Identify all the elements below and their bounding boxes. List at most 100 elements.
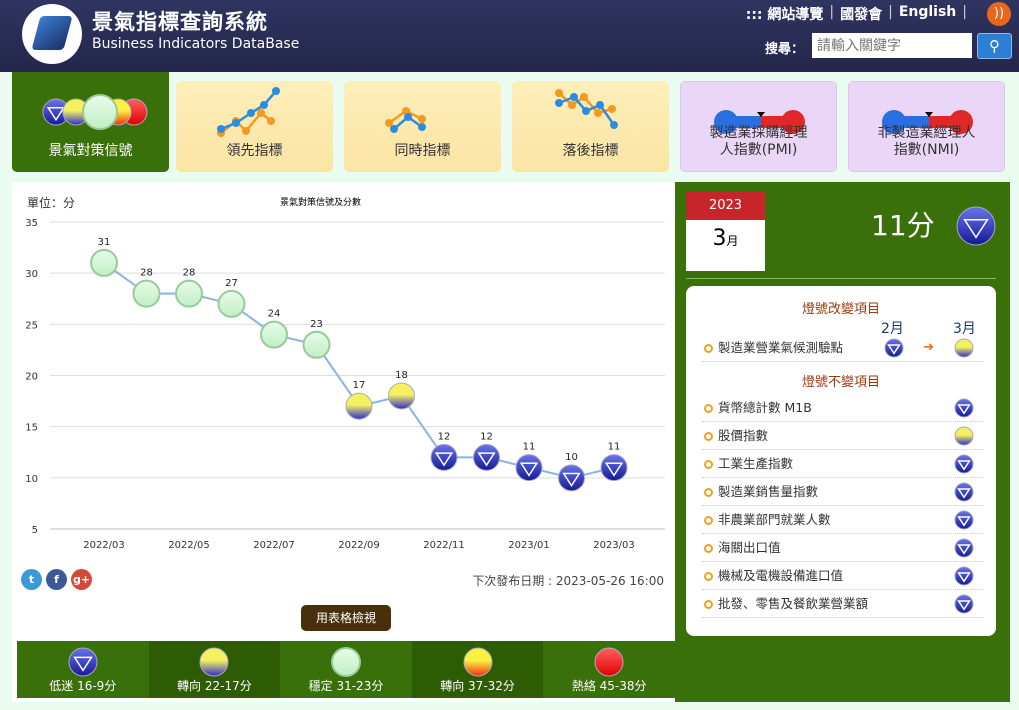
link-english[interactable]: English xyxy=(899,4,956,24)
signal-blue-icon xyxy=(954,454,974,474)
indicator-name: 工業生產指數 xyxy=(718,456,794,471)
signal-lights-icon xyxy=(42,94,148,130)
tab-3[interactable]: 落後指標 xyxy=(512,81,669,172)
table-view-button[interactable]: 用表格檢視 xyxy=(301,605,391,631)
x-tick-label: 2022/11 xyxy=(423,540,465,551)
legend-label: 轉向 22-17分 xyxy=(177,679,252,693)
current-signal-panel: 2023 3月 11分 燈號改變項目 2月 3月 燈號不變項目 製造業營業氣候測… xyxy=(675,182,1010,702)
legend-item: 穩定 31-23分 xyxy=(280,641,412,698)
indicator-name: 海關出口值 xyxy=(718,540,781,555)
googleplus-icon[interactable]: g+ xyxy=(71,569,92,590)
twitter-icon[interactable]: t xyxy=(21,569,42,590)
signal-chart: 5 10 15 20 25 30 35 2022/03 2022/05 2022/07 2022/0… xyxy=(25,218,665,551)
site-subtitle: Business Indicators DataBase xyxy=(92,36,300,52)
x-tick-label: 2022/09 xyxy=(338,540,380,551)
data-label: 17 xyxy=(353,380,366,391)
data-point[interactable] xyxy=(90,248,118,277)
signal-blue-icon xyxy=(954,398,974,418)
search-input[interactable] xyxy=(812,33,972,58)
data-label: 24 xyxy=(268,309,281,320)
data-point[interactable] xyxy=(132,279,161,308)
data-label: 12 xyxy=(438,431,451,442)
signal-blue-icon xyxy=(954,510,974,530)
y-tick-label: 15 xyxy=(25,423,38,434)
current-score: 11分 xyxy=(871,209,935,242)
tab-4[interactable]: 製造業採購經理人指數(PMI) xyxy=(680,81,837,172)
data-point[interactable] xyxy=(260,320,288,349)
link-sitemap[interactable]: ::: 網站導覽 xyxy=(746,4,824,24)
data-label: 28 xyxy=(183,268,196,279)
link-ndc[interactable]: 國發會 xyxy=(840,4,882,24)
x-tick-label: 2023/03 xyxy=(593,540,635,551)
header: 景氣指標查詢系統 Business Indicators DataBase ::… xyxy=(0,0,1019,72)
indicator-row: 批發、零售及餐飲業營業額 xyxy=(702,590,984,618)
arrow-right-icon: ➜ xyxy=(923,340,934,355)
legend-label: 穩定 31-23分 xyxy=(308,679,384,693)
indicator-chart-icon xyxy=(555,89,618,129)
data-point[interactable] xyxy=(430,443,458,471)
indicator-name: 機械及電機設備進口值 xyxy=(718,568,844,583)
x-tick-label: 2022/05 xyxy=(168,540,210,551)
legend-item: 轉向 37-32分 xyxy=(411,641,544,698)
data-label: 28 xyxy=(140,268,153,279)
indicator-row: 工業生產指數 xyxy=(702,450,984,478)
unchanged-title: 燈號不變項目 xyxy=(801,375,880,390)
indicator-row: 海關出口值 xyxy=(702,534,984,562)
data-point[interactable] xyxy=(473,443,500,471)
data-point[interactable] xyxy=(175,279,203,308)
rss-icon[interactable]: )) xyxy=(987,2,1011,26)
signal-yellow-blue-icon xyxy=(954,426,974,446)
data-point[interactable] xyxy=(515,454,543,482)
indicator-chart-icon xyxy=(385,107,426,133)
data-point[interactable] xyxy=(388,382,415,410)
data-point[interactable] xyxy=(302,330,331,359)
y-tick-label: 25 xyxy=(25,320,38,331)
data-point[interactable] xyxy=(217,289,246,318)
indicator-name: 貨幣總計數 M1B xyxy=(718,400,812,415)
data-label: 12 xyxy=(480,431,493,442)
data-label: 18 xyxy=(395,370,408,381)
signal-blue-icon xyxy=(954,482,974,502)
y-tick-label: 35 xyxy=(25,218,38,229)
month-unit: 月 xyxy=(726,234,739,248)
data-label: 10 xyxy=(565,452,578,463)
data-point[interactable] xyxy=(345,392,373,420)
signal-yellow-red-icon xyxy=(463,647,493,677)
y-tick-label: 5 xyxy=(32,525,38,536)
search-button[interactable]: ⚲ xyxy=(977,33,1012,59)
legend-label: 轉向 37-32分 xyxy=(440,679,515,693)
tab-0[interactable]: 景氣對策信號 xyxy=(12,72,169,172)
signal-blue-icon xyxy=(954,594,974,614)
tab-2[interactable]: 同時指標 xyxy=(344,81,501,172)
indicator-name: 批發、零售及餐飲業營業額 xyxy=(718,596,869,611)
signal-legend: 低迷 16-9分 轉向 22-17分 穩定 31-23分 轉向 37-32分 熱絡 45… xyxy=(17,641,675,698)
date-card: 2023 3月 xyxy=(686,192,765,271)
logo[interactable] xyxy=(22,4,82,64)
y-tick-label: 20 xyxy=(25,372,38,383)
tab-label: 落後指標 xyxy=(562,143,619,159)
current-month: 3 xyxy=(712,226,727,251)
tab-5[interactable]: 非製造業經理人指數(NMI) xyxy=(848,81,1005,172)
legend-label: 低迷 16-9分 xyxy=(49,679,117,693)
data-point[interactable] xyxy=(600,454,628,482)
tab-label: 非製造業經理人指數(NMI) xyxy=(877,125,976,158)
tab-label: 景氣對策信號 xyxy=(48,143,133,159)
indicator-row: 貨幣總計數 M1B xyxy=(702,394,984,422)
search-label: 搜尋： xyxy=(765,42,805,57)
indicator-name: 非農業部門就業人數 xyxy=(718,512,831,527)
site-title: 景氣指標查詢系統 xyxy=(92,10,268,34)
indicator-name: 製造業銷售量指數 xyxy=(718,484,819,499)
data-label: 23 xyxy=(310,319,323,330)
signal-blue-icon xyxy=(884,338,904,358)
facebook-icon[interactable]: f xyxy=(46,569,67,590)
next-release-date: 下次發布日期 : 2023-05-26 16:00 xyxy=(472,574,664,588)
y-tick-label: 30 xyxy=(25,269,38,280)
indicator-row: 非農業部門就業人數 xyxy=(702,506,984,534)
legend-item: 熱絡 45-38分 xyxy=(543,641,675,698)
signal-blue-icon xyxy=(954,566,974,586)
tab-label: 製造業採購經理人指數(PMI) xyxy=(709,125,808,158)
signal-blue-icon xyxy=(68,647,98,677)
data-point[interactable] xyxy=(558,464,585,492)
tab-1[interactable]: 領先指標 xyxy=(176,81,333,172)
changed-title: 燈號改變項目 xyxy=(801,302,880,317)
